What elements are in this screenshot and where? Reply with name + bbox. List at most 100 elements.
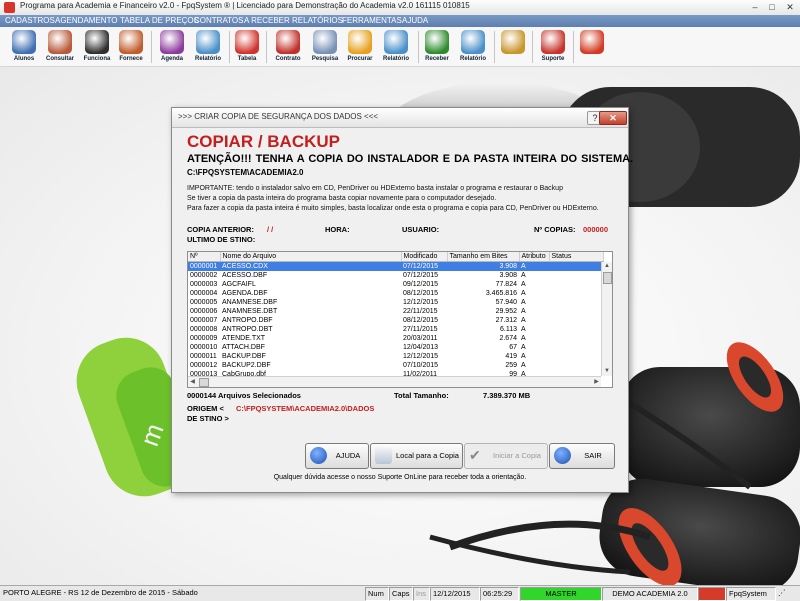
toolbar-suporte-button[interactable]: Suporte [536,29,570,65]
toolbar-separator [532,31,533,63]
toolbar-consultar-button[interactable]: Consultar [42,29,78,65]
scroll-right-arrow-icon[interactable]: ▶ [592,377,601,387]
row-status [549,298,603,307]
table-row[interactable]: 0000005 ANAMNESE.DBF 12/12/2015 57.940 A [188,298,603,307]
row-size: 29.952 [495,308,517,315]
row-attribute: A [521,281,526,288]
row-attribute: A [521,362,526,369]
toolbar-funcionarios-button[interactable]: Funciona [80,29,114,65]
toolbar-procurar-button[interactable]: Procurar [343,29,377,65]
column-header-file-name[interactable]: Nome do Arquivo [220,252,402,262]
table-row[interactable]: 0000008 ANTROPO.DBT 27/11/2015 6.113 A [188,325,603,334]
table-row[interactable]: 0000004 AGENDA.DBF 08/12/2015 3.465.816 A [188,289,603,298]
row-modified: 07/12/2015 [401,261,447,271]
toolbar-receber-button[interactable]: Receber [421,29,453,65]
row-number: 0000006 [190,308,218,315]
toolbar-relatorio-contrato-button[interactable]: Relatório [378,29,414,65]
toolbar-agenda-button[interactable]: Agenda [155,29,189,65]
file-list-grid[interactable]: Nº Nome do Arquivo Modificado Tamanho em… [187,251,613,388]
table-row[interactable]: 0000011 BACKUP.DBF 12/12/2015 419 A [188,352,603,361]
row-modified: 12/12/2015 [403,299,439,306]
toolbar-tabela-button[interactable]: Tabela [232,29,262,65]
row-attribute: A [521,317,526,324]
row-size: 2.674 [499,335,517,342]
close-window-button[interactable]: ✕ [783,1,797,13]
start-copy-button[interactable]: ✔ Iniciar a Copia [464,443,548,469]
table-row[interactable]: 0000009 ATENDE.TXT 20/03/2011 2.674 A [188,334,603,343]
window-titlebar: Programa para Academia e Financeiro v2.0… [0,0,800,16]
hour-label: HORA: [325,225,350,234]
toolbar-pesquisa-button[interactable]: Pesquisa [308,29,342,65]
menu-ferramentas[interactable]: FERRAMENTAS [342,15,402,27]
contract-pen-icon [276,30,300,54]
total-size-value: 7.389.370 MB [483,391,531,400]
total-size-label: Total Tamanho: [394,391,449,400]
row-file-name: AGCFAIFL [222,281,256,288]
scroll-thumb[interactable] [603,272,612,284]
column-header-status[interactable]: Status [549,252,604,262]
menu-relatorios[interactable]: RELATÓRIOS [292,15,343,27]
menu-cadastros[interactable]: CADASTROS [5,15,55,27]
exit-icon [580,30,604,54]
row-modified: 12/12/2015 [403,353,439,360]
maximize-button[interactable]: □ [765,1,779,13]
table-row[interactable]: 0000003 AGCFAIFL 09/12/2015 77.824 A [188,280,603,289]
menu-agendamento[interactable]: AGENDAMENTO [55,15,118,27]
toolbar-separator [418,31,419,63]
toolbar-separator [151,31,152,63]
toolbar-alunos-button[interactable]: Alunos [8,29,40,65]
row-modified: 08/12/2015 [403,290,439,297]
toolbar-contrato-button[interactable]: Contrato [270,29,306,65]
menu-ajuda[interactable]: AJUDA [402,15,428,27]
toolbar-relatorio-receber-button[interactable]: Relatório [455,29,491,65]
toolbar-relatorio-agenda-button[interactable]: Relatório [190,29,226,65]
exit-button[interactable]: SAIR [549,443,615,469]
horizontal-scrollbar[interactable]: ◀ ▶ [188,376,601,387]
arrow-right-icon [554,447,571,464]
table-row[interactable]: 0000010 ATTACH.DBF 12/04/2013 67 A [188,343,603,352]
vertical-scrollbar[interactable]: ▲ ▼ [601,262,612,376]
column-header-modified[interactable]: Modificado [401,252,448,262]
table-row[interactable]: 0000002 ACESSO.DBF 07/12/2015 3.908 A [188,271,603,280]
menu-contratos[interactable]: CONTRATOS [194,15,243,27]
toolbar-separator [229,31,230,63]
row-number: 0000009 [190,335,218,342]
menu-a-receber[interactable]: A RECEBER [244,15,290,27]
row-file-name: ATTACH.DBF [222,344,265,351]
table-row[interactable]: 0000001 ACESSO.CDX 07/12/2015 3.908 A [188,261,603,271]
file-table-body: 0000001 ACESSO.CDX 07/12/2015 3.908 A 0000002… [188,261,603,380]
app-icon [4,2,15,13]
scroll-left-arrow-icon[interactable]: ◀ [188,377,197,387]
row-size: 419 [505,353,517,360]
row-attribute: A [521,326,526,333]
status-brand: FpqSystem [726,587,776,601]
row-size: 6.113 [500,326,517,333]
dialog-close-button[interactable]: ✕ [599,111,627,125]
row-modified: 07/12/2015 [403,272,439,279]
menu-tabela-de-precos[interactable]: TABELA DE PREÇOS [120,15,199,27]
row-status [549,334,603,343]
scroll-up-arrow-icon[interactable]: ▲ [602,262,612,271]
copy-location-button[interactable]: Local para a Copia [370,443,463,469]
scroll-down-arrow-icon[interactable]: ▼ [602,367,612,376]
column-header-number[interactable]: Nº [188,252,221,262]
column-header-size[interactable]: Tamanho em Bites [447,252,520,262]
folder-icon [348,30,372,54]
help-button[interactable]: AJUDA [305,443,369,469]
status-indicator [698,587,726,601]
last-destination-label: ULTIMO DE STINO: [187,235,256,244]
row-size: 3.465.816 [485,290,517,297]
toolbar-exit-button[interactable] [577,29,607,65]
table-row[interactable]: 0000012 BACKUP2.DBF 07/10/2015 259 A [188,361,603,370]
resize-grip-icon[interactable]: ⋰ [776,587,798,599]
window-title: Programa para Academia e Financeiro v2.0… [20,1,470,10]
row-attribute: A [521,272,526,279]
table-row[interactable]: 0000007 ANTROPO.DBF 08/12/2015 27.312 A [188,316,603,325]
table-row[interactable]: 0000006 ANAMNESE.DBT 22/11/2015 29.952 A [188,307,603,316]
toolbar-financeiro-button[interactable] [498,29,528,65]
minimize-button[interactable]: – [748,1,762,13]
toolbar-fornecedores-button[interactable]: Fornece [115,29,147,65]
column-header-attribute[interactable]: Atributo [519,252,550,262]
scroll-thumb[interactable] [199,378,209,387]
status-bar: PORTO ALEGRE - RS 12 de Dezembro de 2015… [0,585,800,601]
